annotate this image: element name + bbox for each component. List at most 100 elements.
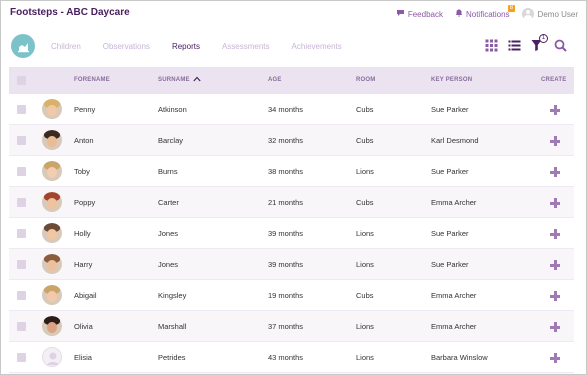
cell-age: 43 months [268, 353, 304, 362]
cell-surname: Carter [158, 198, 179, 207]
table-row[interactable]: Olivia Marshall 37 months Lions Emma Archer [9, 311, 574, 342]
app-window: Footsteps - ABC Daycare Feedback Notific… [0, 0, 587, 375]
list-view-icon[interactable] [508, 39, 522, 53]
child-avatar [42, 192, 62, 212]
cell-age: 37 months [268, 322, 304, 331]
search-icon[interactable] [554, 39, 568, 53]
add-icon[interactable] [550, 322, 560, 332]
table-row[interactable]: Harry Jones 39 months Lions Sue Parker [9, 249, 574, 280]
cell-age: 34 months [268, 105, 304, 114]
table-row[interactable]: Holly Jones 39 months Lions Sue Parker [9, 218, 574, 249]
cell-key-person: Sue Parker [431, 260, 469, 269]
row-checkbox[interactable] [17, 291, 26, 300]
sort-ascending-icon[interactable] [193, 76, 201, 82]
cell-room: Lions [356, 260, 374, 269]
table-row[interactable]: Abigail Kingsley 19 months Cubs Emma Archer [9, 280, 574, 311]
cell-surname: Marshall [158, 322, 187, 331]
cell-age: 32 months [268, 136, 304, 145]
cell-key-person: Karl Desmond [431, 136, 479, 145]
cell-room: Cubs [356, 198, 374, 207]
table-row[interactable]: Elisia Petrides 43 months Lions Barbara Wins… [9, 342, 574, 373]
cell-key-person: Emma Archer [431, 198, 477, 207]
col-age[interactable]: AGE [268, 77, 282, 83]
tab-children[interactable]: Children [51, 42, 81, 60]
cell-surname: Barclay [158, 136, 184, 145]
feedback-link[interactable]: Feedback [396, 9, 443, 19]
tab-achievements[interactable]: Achievements [292, 42, 342, 60]
row-checkbox[interactable] [17, 198, 26, 207]
child-avatar [42, 99, 62, 119]
cell-surname: Burns [158, 167, 178, 176]
top-right-actions: Feedback Notifications 8 Demo User [384, 5, 578, 20]
children-table: FORENAME SURNAME AGE ROOM KEY PERSON CRE… [9, 67, 574, 374]
add-icon[interactable] [550, 136, 560, 146]
cell-key-person: Emma Archer [431, 291, 477, 300]
cell-key-person: Emma Archer [431, 322, 477, 331]
cell-surname: Atkinson [158, 105, 187, 114]
bar-chart-icon [17, 42, 29, 52]
row-checkbox[interactable] [17, 322, 26, 331]
cell-age: 21 months [268, 198, 304, 207]
table-row[interactable]: Poppy Carter 21 months Cubs Emma Archer [9, 187, 574, 218]
tab-reports[interactable]: Reports [172, 42, 200, 60]
user-avatar [521, 8, 534, 20]
filter-button[interactable]: 1 [531, 34, 548, 53]
select-all-checkbox[interactable] [17, 76, 26, 85]
cell-room: Lions [356, 353, 374, 362]
col-surname[interactable]: SURNAME [158, 77, 190, 83]
add-icon[interactable] [550, 353, 560, 363]
user-menu[interactable]: Demo User [521, 8, 578, 20]
cell-surname: Kingsley [158, 291, 187, 300]
cell-forename: Olivia [74, 322, 93, 331]
col-forename[interactable]: FORENAME [74, 77, 110, 83]
row-checkbox[interactable] [17, 105, 26, 114]
nav-bar: Children Observations Reports Assessment… [1, 27, 586, 84]
chat-icon [396, 9, 405, 19]
cell-room: Cubs [356, 105, 374, 114]
cell-key-person: Sue Parker [431, 229, 469, 238]
table-header: FORENAME SURNAME AGE ROOM KEY PERSON CRE… [9, 67, 574, 94]
cell-age: 19 months [268, 291, 304, 300]
tab-assessments[interactable]: Assessments [222, 42, 270, 60]
cell-forename: Poppy [74, 198, 96, 207]
row-checkbox[interactable] [17, 260, 26, 269]
table-body: Penny Atkinson 34 months Cubs Sue Parker Anto… [9, 94, 574, 374]
add-icon[interactable] [550, 167, 560, 177]
cell-forename: Anton [74, 136, 94, 145]
child-avatar [42, 285, 62, 305]
notifications-link[interactable]: Notifications 8 [455, 5, 515, 19]
child-avatar [42, 254, 62, 274]
col-create: CREATE [541, 77, 567, 83]
add-icon[interactable] [550, 105, 560, 115]
feedback-label: Feedback [407, 9, 443, 19]
cell-surname: Jones [158, 260, 179, 269]
grid-view-icon[interactable] [485, 39, 499, 53]
row-checkbox[interactable] [17, 167, 26, 176]
table-row[interactable]: Toby Burns 38 months Lions Sue Parker [9, 156, 574, 187]
add-icon[interactable] [550, 260, 560, 270]
child-avatar [42, 316, 62, 336]
child-avatar [42, 161, 62, 181]
child-avatar [42, 223, 62, 243]
row-checkbox[interactable] [17, 136, 26, 145]
row-checkbox[interactable] [17, 229, 26, 238]
add-icon[interactable] [550, 291, 560, 301]
cell-room: Lions [356, 322, 374, 331]
tab-observations[interactable]: Observations [103, 42, 150, 60]
row-checkbox[interactable] [17, 353, 26, 362]
table-row[interactable]: Penny Atkinson 34 months Cubs Sue Parker [9, 94, 574, 125]
col-room[interactable]: ROOM [356, 77, 375, 83]
add-icon[interactable] [550, 229, 560, 239]
tab-list: Children Observations Reports Assessment… [51, 42, 364, 60]
table-row[interactable]: Anton Barclay 32 months Cubs Karl Desmond [9, 125, 574, 156]
cell-forename: Penny [74, 105, 96, 114]
notifications-label: Notifications [465, 9, 510, 19]
col-key-person[interactable]: KEY PERSON [431, 77, 472, 83]
filter-count-badge: 1 [539, 34, 548, 43]
cell-age: 38 months [268, 167, 304, 176]
chart-logo-icon[interactable] [11, 34, 35, 58]
add-icon[interactable] [550, 198, 560, 208]
cell-forename: Abigail [74, 291, 97, 300]
bell-icon [455, 9, 463, 19]
cell-age: 39 months [268, 229, 304, 238]
